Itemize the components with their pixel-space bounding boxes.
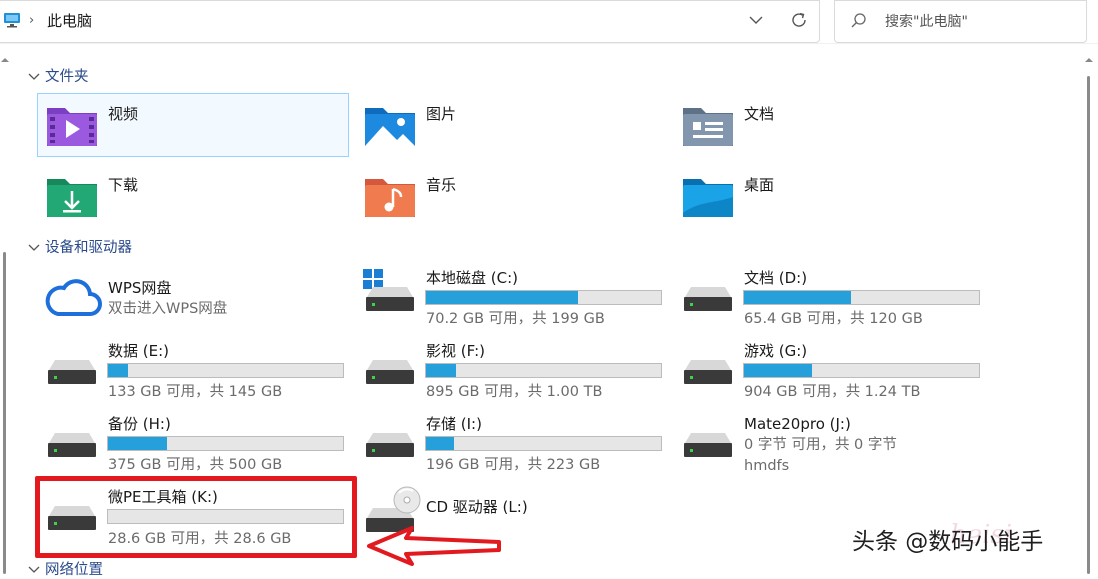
drive-usage-bar-h (107, 436, 344, 451)
drive-usage-fill-h (108, 437, 167, 450)
chevron-down-icon[interactable] (28, 72, 40, 82)
left-scrollbar[interactable] (3, 252, 6, 574)
drive-info-f: 895 GB 可用，共 1.00 TB (426, 384, 603, 400)
drive-usage-bar-f (425, 363, 662, 378)
drive-usage-fill-d (744, 291, 851, 304)
section-header-folders[interactable]: 文件夹 (45, 68, 89, 86)
wps-subtitle: 双击进入WPS网盘 (108, 301, 228, 317)
folder-label-desktop[interactable]: 桌面 (744, 176, 774, 194)
drive-name-c[interactable]: 本地磁盘 (C:) (426, 269, 518, 287)
drive-name-i[interactable]: 存储 (I:) (426, 415, 482, 433)
drive-usage-fill-g (744, 364, 812, 377)
music-folder-icon (365, 179, 415, 217)
refresh-icon[interactable] (790, 11, 808, 29)
video-folder-icon (47, 108, 97, 146)
drive-filesystem-j: hmdfs (744, 458, 790, 474)
drive-usage-bar-g (743, 363, 980, 378)
search-input[interactable]: 搜索"此电脑" (885, 13, 968, 31)
drive-info-h: 375 GB 可用，共 500 GB (108, 457, 283, 473)
chevron-down-icon[interactable] (28, 243, 40, 253)
hard-drive-icon (366, 360, 414, 384)
hard-drive-icon (366, 433, 414, 457)
drive-usage-bar-c (425, 290, 662, 305)
red-highlight-box (35, 476, 357, 558)
drive-name-j[interactable]: Mate20pro (J:) (744, 415, 851, 433)
drive-info-i: 196 GB 可用，共 223 GB (426, 457, 601, 473)
documents-folder-icon (683, 108, 733, 146)
drive-info-d: 65.4 GB 可用，共 120 GB (744, 311, 923, 327)
drive-name-h[interactable]: 备份 (H:) (108, 415, 171, 433)
folder-label-video[interactable]: 视频 (108, 105, 138, 123)
red-arrow-annotation (367, 526, 501, 566)
hard-drive-icon (684, 433, 732, 457)
section-header-network[interactable]: 网络位置 (45, 561, 103, 579)
breadcrumb-separator-icon[interactable]: › (29, 12, 34, 30)
folder-label-documents[interactable]: 文档 (744, 105, 774, 123)
drive-info-j: 0 字节 可用，共 0 字节 (744, 437, 897, 453)
drive-usage-fill-f (426, 364, 456, 377)
pictures-folder-icon (365, 108, 415, 146)
section-header-devices[interactable]: 设备和驱动器 (45, 239, 132, 257)
search-icon (851, 13, 866, 28)
this-pc-icon (4, 13, 20, 28)
hard-drive-icon (48, 433, 96, 457)
drive-name-l[interactable]: CD 驱动器 (L:) (426, 498, 528, 516)
hard-drive-icon (48, 360, 96, 384)
drive-usage-fill-e (108, 364, 128, 377)
hard-drive-icon (684, 360, 732, 384)
drive-info-e: 133 GB 可用，共 145 GB (108, 384, 283, 400)
drive-name-g[interactable]: 游戏 (G:) (744, 342, 807, 360)
divider (0, 43, 1098, 44)
breadcrumb-this-pc[interactable]: 此电脑 (47, 12, 92, 30)
drive-usage-fill-c (426, 291, 579, 304)
hard-drive-icon (684, 287, 732, 311)
folder-label-downloads[interactable]: 下载 (108, 176, 138, 194)
wps-name[interactable]: WPS网盘 (108, 279, 171, 297)
drive-name-f[interactable]: 影视 (F:) (426, 342, 485, 360)
drive-usage-fill-i (426, 437, 455, 450)
chevron-down-icon[interactable] (749, 15, 763, 25)
drive-name-e[interactable]: 数据 (E:) (108, 342, 169, 360)
scroll-up-icon[interactable] (0, 56, 10, 64)
drive-name-d[interactable]: 文档 (D:) (744, 269, 807, 287)
drive-info-c: 70.2 GB 可用，共 199 GB (426, 311, 605, 327)
drive-usage-bar-e (107, 363, 344, 378)
drive-usage-bar-i (425, 436, 662, 451)
folder-label-music[interactable]: 音乐 (426, 176, 456, 194)
drive-usage-bar-d (743, 290, 980, 305)
hard-drive-icon (366, 287, 414, 311)
desktop-folder-icon (683, 179, 733, 217)
scroll-up-icon-right[interactable] (1084, 56, 1094, 64)
folder-label-pictures[interactable]: 图片 (426, 105, 456, 123)
address-bar[interactable] (0, 0, 820, 43)
watermark-text: 头条 @数码小能手 (852, 529, 1044, 555)
right-scrollbar[interactable] (1087, 76, 1090, 574)
drive-info-g: 904 GB 可用，共 1.24 TB (744, 384, 921, 400)
downloads-folder-icon (47, 179, 97, 217)
chevron-down-icon[interactable] (28, 566, 40, 574)
cloud-icon (45, 279, 102, 316)
